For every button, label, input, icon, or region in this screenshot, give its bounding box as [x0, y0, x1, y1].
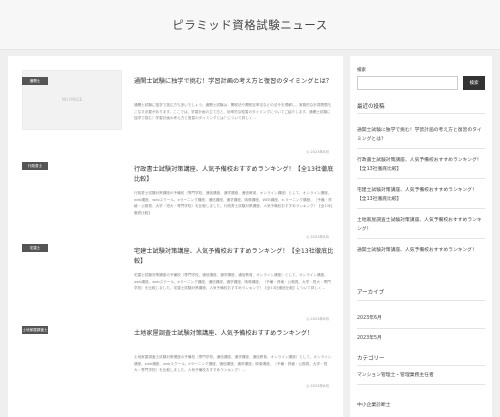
post-excerpt: 行政書士試験対策講座の予備校（専門学校、通信講座、通学講座、通信教育、オンライン…: [134, 191, 333, 215]
divider: [357, 148, 485, 149]
divider: [357, 328, 485, 329]
archive-link[interactable]: 2023年6月: [357, 314, 485, 323]
search-label: 検索: [357, 68, 366, 73]
search-button[interactable]: 検索: [463, 76, 485, 90]
post-date: 2023年6月: [306, 150, 329, 155]
divider: [357, 365, 485, 366]
post-card: 土地家屋調査士 土地家屋調査士試験対策講座、人気予備校おすすめランキング！ 土地…: [8, 326, 343, 406]
categories-title: カテゴリー: [357, 356, 385, 362]
post-card: 宅建士 宅建士試験対策講座、人気予備校おすすめランキング！【全13社徹底比較】 …: [8, 244, 343, 324]
recent-post-link[interactable]: 行政書士試験対策講座、人気予備校おすすめランキング！【全13社徹底比較】: [357, 156, 485, 174]
post-card: NO IMAGE 通関士 通関士試験に独学で挑む！学習計画の考え方と復習のタイミ…: [8, 70, 343, 158]
post-excerpt: 宅建士試験対策講座の予備校（専門学校、通信講座、通学講座、通信教育、オンライン講…: [134, 273, 331, 290]
site-title[interactable]: ピラミッド資格試験ニュース: [0, 17, 500, 33]
search-input[interactable]: [357, 76, 458, 90]
post-date: 2023年6月: [306, 235, 329, 240]
recent-post-link[interactable]: 通関士試験対策講座、人気予備校おすすめランキング！: [357, 246, 485, 255]
post-excerpt: 土地家屋調査士試験対策講座の予備校（専門学校、通信講座、通学講座、通信教育、オン…: [134, 355, 332, 372]
divider: [357, 238, 485, 239]
post-title[interactable]: 行政書士試験対策講座、人気予備校おすすめランキング！【全13社徹底比較】: [134, 165, 334, 185]
archive-title: アーカイブ: [357, 290, 385, 296]
sidebar: 検索 検索 最近の投稿 通関士試験に独学で挑む！学習計画の考え方と復習のタイミン…: [350, 56, 492, 417]
divider: [357, 113, 485, 114]
recent-post-link[interactable]: 通関士試験に独学で挑む！学習計画の考え方と復習のタイミングとは？: [357, 126, 485, 144]
post-list: NO IMAGE 通関士 通関士試験に独学で挑む！学習計画の考え方と復習のタイミ…: [8, 56, 343, 417]
post-title[interactable]: 土地家屋調査士試験対策講座、人気予備校おすすめランキング！: [134, 329, 334, 339]
post-card: 行政書士 行政書士試験対策講座、人気予備校おすすめランキング！【全13社徹底比較…: [8, 162, 343, 242]
divider: [357, 208, 485, 209]
post-date: 2023年6月: [306, 384, 329, 389]
archive-link[interactable]: 2023年5月: [357, 334, 485, 343]
recent-post-link[interactable]: 宅建士試験対策講座、人気予備校おすすめランキング！【全13社徹底比較】: [357, 186, 485, 204]
category-link[interactable]: 中小企業診断士: [357, 401, 485, 410]
site-header: ピラミッド資格試験ニュース: [0, 0, 500, 50]
post-title[interactable]: 通関士試験に独学で挑む！学習計画の考え方と復習のタイミングとは？: [134, 77, 334, 87]
divider: [357, 178, 485, 179]
post-title[interactable]: 宅建士試験対策講座、人気予備校おすすめランキング！【全13社徹底比較】: [134, 247, 334, 267]
category-badge[interactable]: 土地家屋調査士: [22, 326, 48, 334]
no-image-label: NO IMAGE: [61, 97, 83, 102]
post-date: 2023年6月: [306, 317, 329, 322]
category-badge[interactable]: 通関士: [22, 77, 48, 85]
category-link[interactable]: マンション管理士・管理業務主任者: [357, 371, 485, 380]
recent-posts-title: 最近の投稿: [357, 104, 385, 110]
divider: [357, 384, 485, 385]
recent-post-link[interactable]: 土地家屋調査士試験対策講座、人気予備校おすすめランキング！: [357, 216, 485, 234]
category-badge[interactable]: 行政書士: [22, 162, 48, 170]
category-badge[interactable]: 宅建士: [22, 244, 48, 252]
divider: [357, 300, 485, 301]
post-excerpt: 通関士試験に独学で挑む方も多いでしょう。通関士試験は、関税法や関税定率法などの法…: [134, 103, 332, 120]
